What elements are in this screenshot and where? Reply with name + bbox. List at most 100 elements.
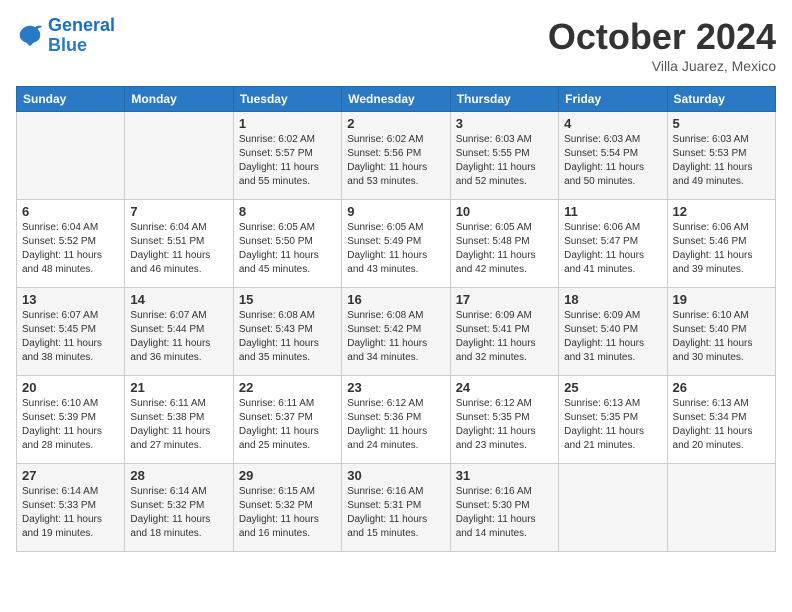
calendar-cell	[667, 464, 775, 552]
day-info: Sunrise: 6:13 AM Sunset: 5:34 PM Dayligh…	[673, 397, 770, 453]
day-info: Sunrise: 6:07 AM Sunset: 5:45 PM Dayligh…	[22, 309, 119, 365]
day-number: 31	[456, 468, 553, 483]
day-number: 11	[564, 204, 661, 219]
day-info: Sunrise: 6:11 AM Sunset: 5:37 PM Dayligh…	[239, 397, 336, 453]
page-header: General Blue October 2024 Villa Juarez, …	[16, 16, 776, 74]
day-info: Sunrise: 6:07 AM Sunset: 5:44 PM Dayligh…	[130, 309, 227, 365]
weekday-header: Wednesday	[342, 87, 450, 112]
calendar-cell: 5Sunrise: 6:03 AM Sunset: 5:53 PM Daylig…	[667, 112, 775, 200]
day-number: 15	[239, 292, 336, 307]
calendar-cell: 24 Sunrise: 6:12 AM Sunset: 5:35 PM Dayli…	[450, 376, 558, 464]
day-number: 30	[347, 468, 444, 483]
calendar-week-row: 13Sunrise: 6:07 AM Sunset: 5:45 PM Dayli…	[17, 288, 776, 376]
weekday-header: Sunday	[17, 87, 125, 112]
calendar-cell: 15 Sunrise: 6:08 AM Sunset: 5:43 PM Dayli…	[233, 288, 341, 376]
calendar-cell: 25 Sunrise: 6:13 AM Sunset: 5:35 PM Dayli…	[559, 376, 667, 464]
day-info: Sunrise: 6:08 AM Sunset: 5:43 PM Dayligh…	[239, 309, 336, 365]
calendar-cell	[559, 464, 667, 552]
day-number: 14	[130, 292, 227, 307]
day-number: 10	[456, 204, 553, 219]
day-info: Sunrise: 6:14 AM Sunset: 5:33 PM Dayligh…	[22, 485, 119, 541]
calendar-cell: 18Sunrise: 6:09 AM Sunset: 5:40 PM Dayli…	[559, 288, 667, 376]
calendar-cell: 7 Sunrise: 6:04 AM Sunset: 5:51 PM Daylig…	[125, 200, 233, 288]
day-info: Sunrise: 6:16 AM Sunset: 5:30 PM Dayligh…	[456, 485, 553, 541]
day-number: 7	[130, 204, 227, 219]
weekday-header: Monday	[125, 87, 233, 112]
calendar-cell: 17Sunrise: 6:09 AM Sunset: 5:41 PM Dayli…	[450, 288, 558, 376]
weekday-header: Friday	[559, 87, 667, 112]
calendar-table: SundayMondayTuesdayWednesdayThursdayFrid…	[16, 86, 776, 552]
calendar-cell: 28 Sunrise: 6:14 AM Sunset: 5:32 PM Dayli…	[125, 464, 233, 552]
day-info: Sunrise: 6:03 AM Sunset: 5:53 PM Dayligh…	[673, 133, 770, 189]
day-number: 4	[564, 116, 661, 131]
day-number: 27	[22, 468, 119, 483]
calendar-week-row: 6 Sunrise: 6:04 AM Sunset: 5:52 PM Daylig…	[17, 200, 776, 288]
calendar-cell: 23Sunrise: 6:12 AM Sunset: 5:36 PM Dayli…	[342, 376, 450, 464]
day-number: 9	[347, 204, 444, 219]
day-info: Sunrise: 6:06 AM Sunset: 5:46 PM Dayligh…	[673, 221, 770, 277]
day-number: 25	[564, 380, 661, 395]
day-number: 6	[22, 204, 119, 219]
logo-name: General Blue	[48, 16, 115, 56]
day-number: 24	[456, 380, 553, 395]
day-info: Sunrise: 6:02 AM Sunset: 5:56 PM Dayligh…	[347, 133, 444, 189]
calendar-cell: 20 Sunrise: 6:10 AM Sunset: 5:39 PM Dayli…	[17, 376, 125, 464]
calendar-cell: 8 Sunrise: 6:05 AM Sunset: 5:50 PM Daylig…	[233, 200, 341, 288]
calendar-week-row: 1Sunrise: 6:02 AM Sunset: 5:57 PM Daylig…	[17, 112, 776, 200]
calendar-cell: 30Sunrise: 6:16 AM Sunset: 5:31 PM Dayli…	[342, 464, 450, 552]
calendar-cell: 31 Sunrise: 6:16 AM Sunset: 5:30 PM Dayli…	[450, 464, 558, 552]
day-info: Sunrise: 6:08 AM Sunset: 5:42 PM Dayligh…	[347, 309, 444, 365]
calendar-cell: 4 Sunrise: 6:03 AM Sunset: 5:54 PM Daylig…	[559, 112, 667, 200]
title-block: October 2024 Villa Juarez, Mexico	[548, 16, 776, 74]
day-info: Sunrise: 6:06 AM Sunset: 5:47 PM Dayligh…	[564, 221, 661, 277]
day-info: Sunrise: 6:10 AM Sunset: 5:39 PM Dayligh…	[22, 397, 119, 453]
day-info: Sunrise: 6:14 AM Sunset: 5:32 PM Dayligh…	[130, 485, 227, 541]
calendar-cell: 29 Sunrise: 6:15 AM Sunset: 5:32 PM Dayli…	[233, 464, 341, 552]
calendar-cell: 1Sunrise: 6:02 AM Sunset: 5:57 PM Daylig…	[233, 112, 341, 200]
day-info: Sunrise: 6:15 AM Sunset: 5:32 PM Dayligh…	[239, 485, 336, 541]
day-info: Sunrise: 6:12 AM Sunset: 5:36 PM Dayligh…	[347, 397, 444, 453]
weekday-header: Tuesday	[233, 87, 341, 112]
day-number: 16	[347, 292, 444, 307]
day-number: 20	[22, 380, 119, 395]
day-info: Sunrise: 6:04 AM Sunset: 5:52 PM Dayligh…	[22, 221, 119, 277]
weekday-header: Saturday	[667, 87, 775, 112]
day-info: Sunrise: 6:10 AM Sunset: 5:40 PM Dayligh…	[673, 309, 770, 365]
day-info: Sunrise: 6:05 AM Sunset: 5:48 PM Dayligh…	[456, 221, 553, 277]
calendar-cell: 6 Sunrise: 6:04 AM Sunset: 5:52 PM Daylig…	[17, 200, 125, 288]
calendar-cell: 2Sunrise: 6:02 AM Sunset: 5:56 PM Daylig…	[342, 112, 450, 200]
day-number: 28	[130, 468, 227, 483]
logo-icon	[16, 22, 44, 50]
day-number: 8	[239, 204, 336, 219]
day-number: 26	[673, 380, 770, 395]
weekday-header: Thursday	[450, 87, 558, 112]
day-info: Sunrise: 6:11 AM Sunset: 5:38 PM Dayligh…	[130, 397, 227, 453]
month-title: October 2024	[548, 16, 776, 58]
day-number: 3	[456, 116, 553, 131]
day-info: Sunrise: 6:13 AM Sunset: 5:35 PM Dayligh…	[564, 397, 661, 453]
calendar-cell: 27 Sunrise: 6:14 AM Sunset: 5:33 PM Dayli…	[17, 464, 125, 552]
calendar-cell: 9Sunrise: 6:05 AM Sunset: 5:49 PM Daylig…	[342, 200, 450, 288]
day-info: Sunrise: 6:03 AM Sunset: 5:55 PM Dayligh…	[456, 133, 553, 189]
calendar-header: SundayMondayTuesdayWednesdayThursdayFrid…	[17, 87, 776, 112]
calendar-week-row: 20 Sunrise: 6:10 AM Sunset: 5:39 PM Dayli…	[17, 376, 776, 464]
day-info: Sunrise: 6:05 AM Sunset: 5:50 PM Dayligh…	[239, 221, 336, 277]
logo: General Blue	[16, 16, 115, 56]
day-info: Sunrise: 6:04 AM Sunset: 5:51 PM Dayligh…	[130, 221, 227, 277]
day-info: Sunrise: 6:12 AM Sunset: 5:35 PM Dayligh…	[456, 397, 553, 453]
calendar-cell: 14 Sunrise: 6:07 AM Sunset: 5:44 PM Dayli…	[125, 288, 233, 376]
day-number: 12	[673, 204, 770, 219]
calendar-cell: 12 Sunrise: 6:06 AM Sunset: 5:46 PM Dayli…	[667, 200, 775, 288]
day-info: Sunrise: 6:03 AM Sunset: 5:54 PM Dayligh…	[564, 133, 661, 189]
day-info: Sunrise: 6:09 AM Sunset: 5:40 PM Dayligh…	[564, 309, 661, 365]
calendar-cell: 26 Sunrise: 6:13 AM Sunset: 5:34 PM Dayli…	[667, 376, 775, 464]
day-number: 29	[239, 468, 336, 483]
location-subtitle: Villa Juarez, Mexico	[548, 58, 776, 74]
calendar-cell: 10 Sunrise: 6:05 AM Sunset: 5:48 PM Dayli…	[450, 200, 558, 288]
day-number: 17	[456, 292, 553, 307]
calendar-cell: 22Sunrise: 6:11 AM Sunset: 5:37 PM Dayli…	[233, 376, 341, 464]
calendar-cell: 13Sunrise: 6:07 AM Sunset: 5:45 PM Dayli…	[17, 288, 125, 376]
calendar-cell: 21Sunrise: 6:11 AM Sunset: 5:38 PM Dayli…	[125, 376, 233, 464]
calendar-cell: 19Sunrise: 6:10 AM Sunset: 5:40 PM Dayli…	[667, 288, 775, 376]
calendar-cell: 16 Sunrise: 6:08 AM Sunset: 5:42 PM Dayli…	[342, 288, 450, 376]
